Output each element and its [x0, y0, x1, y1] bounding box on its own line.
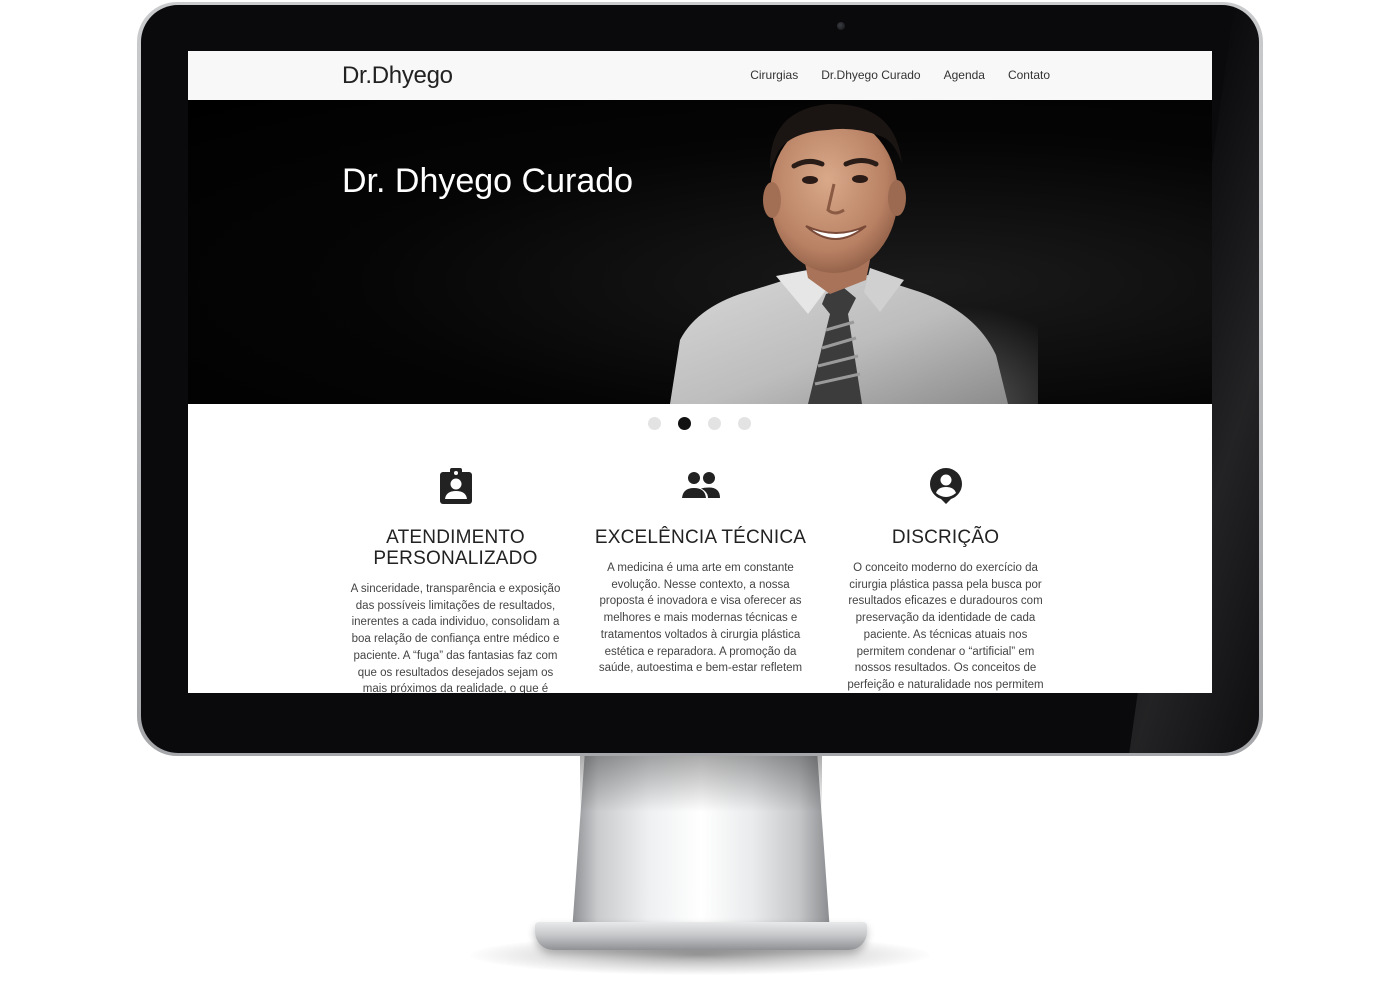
main-nav: Cirurgias Dr.Dhyego Curado Agenda Contat… [750, 68, 1050, 82]
nav-link-agenda[interactable]: Agenda [944, 68, 985, 82]
feature-excelencia: EXCELÊNCIA TÉCNICA A medicina é uma arte… [583, 467, 818, 677]
doctor-portrait [670, 103, 1038, 404]
feature-atendimento: ATENDIMENTO PERSONALIZADO A sinceridade,… [338, 467, 573, 693]
webcam-icon [837, 22, 845, 30]
carousel-indicators [648, 417, 751, 430]
carousel-dot-1[interactable] [648, 417, 661, 430]
monitor-stand-shadow [580, 752, 822, 812]
monitor-stand-foot [535, 922, 867, 950]
carousel-dot-2[interactable] [678, 417, 691, 430]
feature-text: A medicina é uma arte em constante evolu… [598, 562, 803, 675]
feature-title: ATENDIMENTO PERSONALIZADO [373, 527, 538, 569]
people-icon [681, 472, 720, 498]
nav-link-dr-dhyego-curado[interactable]: Dr.Dhyego Curado [821, 68, 920, 82]
features-section: ATENDIMENTO PERSONALIZADO A sinceridade,… [338, 467, 1068, 693]
navbar: Dr.Dhyego Cirurgias Dr.Dhyego Curado Age… [188, 51, 1212, 101]
carousel-dot-4[interactable] [738, 417, 751, 430]
feature-discricao: DISCRIÇÃO O conceito moderno do exercíci… [828, 467, 1063, 693]
nav-link-contato[interactable]: Contato [1008, 68, 1050, 82]
clipboard-account-icon [439, 468, 472, 504]
feature-text: A sinceridade, transparência e exposição… [350, 583, 561, 693]
feature-title: EXCELÊNCIA TÉCNICA [594, 527, 807, 548]
feature-title: DISCRIÇÃO [891, 527, 1000, 548]
nav-link-cirurgias[interactable]: Cirurgias [750, 68, 798, 82]
account-pin-icon [929, 468, 962, 504]
feature-text: O conceito moderno do exercício da cirur… [847, 562, 1044, 691]
carousel-dot-3[interactable] [708, 417, 721, 430]
site-brand[interactable]: Dr.Dhyego [342, 62, 453, 90]
website-screen: Dr.Dhyego Cirurgias Dr.Dhyego Curado Age… [188, 51, 1212, 693]
hero-title: Dr. Dhyego Curado [342, 162, 634, 200]
hero-carousel: Dr. Dhyego Curado [188, 100, 1212, 404]
